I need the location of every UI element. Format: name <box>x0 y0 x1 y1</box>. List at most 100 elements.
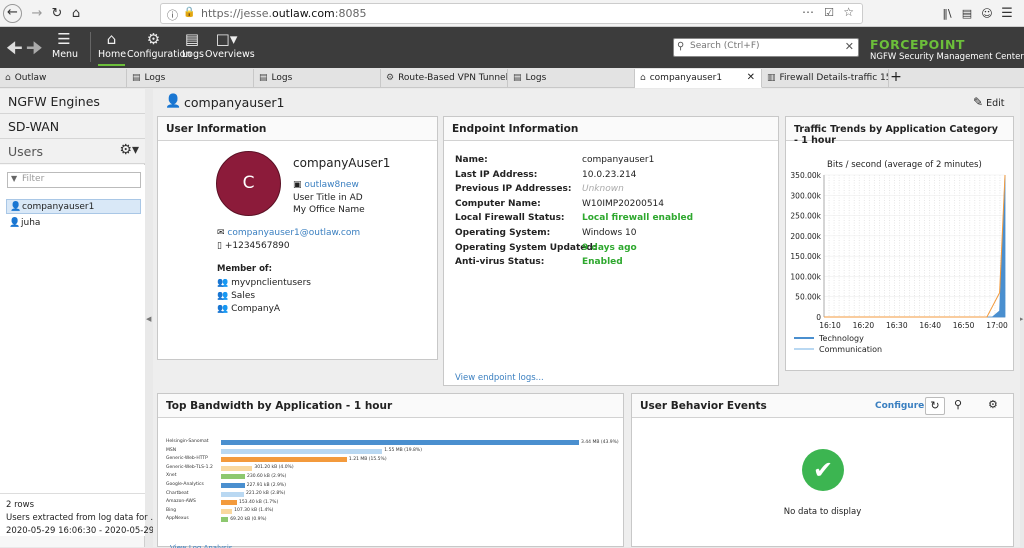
info-icon[interactable]: ⓘ <box>167 7 178 23</box>
bar[interactable] <box>221 517 229 523</box>
sidebar-icon[interactable]: ▤ <box>958 5 976 23</box>
clear-search-icon[interactable]: ✕ <box>845 40 854 53</box>
footer-range: 2020-05-29 16:06:30 - 2020-05-29 1... <box>6 526 171 536</box>
x-tick-label: 16:30 <box>886 321 908 330</box>
gear-dropdown-icon[interactable]: ⚙▾ <box>119 142 139 158</box>
group-item[interactable]: 👥 CompanyA <box>217 304 280 314</box>
bar-category-label: AppNexus <box>166 516 189 522</box>
search-input[interactable] <box>690 41 840 51</box>
left-navigation-panel: NGFW Engines SD-WAN Users ⚙▾ ▼ Filter 👤 co… <box>0 89 170 547</box>
refresh-button[interactable]: ↻ <box>925 397 945 415</box>
overviews-button[interactable]: □▾ Overviews <box>205 30 255 60</box>
forward-nav-icon[interactable]: 🠊 <box>26 36 43 66</box>
user-email[interactable]: ✉ companyauser1@outlaw.com <box>217 228 360 238</box>
top-bandwidth-panel: Top Bandwidth by Application - 1 hour He… <box>157 393 624 548</box>
menu-button[interactable]: ☰ Menu <box>52 30 78 60</box>
view-endpoint-logs-link[interactable]: View endpoint logs... <box>455 373 544 383</box>
account-icon[interactable]: ☺ <box>978 5 996 23</box>
user-item-companyauser1[interactable]: 👤 companyauser1 <box>6 199 141 214</box>
home-icon: ⌂ <box>5 73 11 83</box>
endpoint-value: 9 days ago <box>582 242 637 253</box>
bar-category-label: Generic-Web-TLS-1.2 <box>166 464 213 470</box>
edit-icon: ✎ <box>973 95 984 109</box>
bar[interactable] <box>221 465 253 471</box>
group-icon: 👥 <box>217 304 229 314</box>
tab-logs-3[interactable]: ▤ Logs <box>508 69 635 88</box>
tab-logs-1[interactable]: ▤ Logs <box>127 69 254 88</box>
bookmark-star-icon[interactable]: ☆ <box>843 5 854 19</box>
bar-value-label: 227.91 kB (2.9%) <box>246 482 286 488</box>
bar-category-label: Generic-Web-HTTP <box>166 456 208 462</box>
bar[interactable] <box>221 440 579 445</box>
url-text: https://jesse.outlaw.com:8085 <box>201 7 367 20</box>
search-box[interactable]: ⚲ ✕ <box>673 38 859 57</box>
list-divider <box>0 493 145 494</box>
bar[interactable] <box>221 474 245 480</box>
panel-header: User Information <box>158 117 437 141</box>
search-icon: ⚲ <box>677 41 685 52</box>
user-item-juha[interactable]: 👤 juha <box>6 216 141 231</box>
group-icon: 👥 <box>217 291 229 301</box>
forward-arrow-icon[interactable]: → <box>28 5 46 23</box>
home-icon[interactable]: ⌂ <box>67 5 85 23</box>
endpoint-label: Name: <box>455 155 488 165</box>
group-icon: 👥 <box>217 278 229 288</box>
filter-input[interactable]: ▼ Filter <box>7 172 141 188</box>
tab-vpn-tunnels[interactable]: ⚙ Route-Based VPN Tunnels <box>381 69 508 88</box>
user-behavior-events-panel: User Behavior Events Configure... ↻ ⚲ ⚙ … <box>631 393 1014 547</box>
panel-header: Endpoint Information <box>444 117 778 141</box>
group-item[interactable]: 👥 myvpnclientusers <box>217 278 311 288</box>
x-tick-label: 16:50 <box>953 321 975 330</box>
logs-button[interactable]: ▤ Logs <box>182 30 204 60</box>
bar-category-label: MSN <box>166 447 177 453</box>
y-tick-label: 250.00k <box>790 212 821 221</box>
back-nav-icon[interactable]: 🠈 <box>6 36 23 66</box>
view-log-analysis-link[interactable]: View Log Analysis... <box>170 544 239 548</box>
search-icon[interactable]: ⚲ <box>954 398 962 411</box>
nav-ngfw-engines[interactable]: NGFW Engines <box>0 89 145 114</box>
user-title: User Title in AD <box>293 193 363 203</box>
nav-sd-wan[interactable]: SD-WAN <box>0 114 145 139</box>
user-login[interactable]: ▣ outlaw8new <box>293 180 359 190</box>
home-button[interactable]: ⌂ Home <box>98 30 126 66</box>
pocket-icon[interactable]: ☑ <box>824 6 834 19</box>
configuration-button[interactable]: ⚙ Configuration <box>127 30 191 60</box>
bar[interactable] <box>221 491 245 497</box>
page-title: companyauser1 <box>184 95 285 110</box>
member-of-label: Member of: <box>217 264 273 274</box>
bar[interactable] <box>221 500 237 506</box>
tab-companyauser1[interactable]: ⌂ companyauser1 ✕ <box>635 69 762 88</box>
edit-button[interactable]: ✎ Edit <box>973 95 1005 109</box>
id-card-icon: ▣ <box>293 180 302 190</box>
hamburger-menu-icon[interactable]: ☰ <box>998 5 1016 23</box>
y-tick-label: 50.00k <box>795 293 821 302</box>
footer-note: Users extracted from log data for ... <box>6 513 159 523</box>
group-item[interactable]: 👥 Sales <box>217 291 255 301</box>
logs-icon: ▤ <box>259 73 268 83</box>
settings-icon[interactable]: ⚙ <box>988 398 998 411</box>
nav-users[interactable]: Users ⚙▾ <box>0 139 145 164</box>
close-tab-icon[interactable]: ✕ <box>747 69 755 87</box>
toolbar-divider <box>90 32 91 62</box>
tab-firewall-details[interactable]: ▥Firewall Details-traffic 15m... <box>762 69 889 88</box>
traffic-trends-panel: Traffic Trends by Application Category -… <box>785 116 1014 371</box>
y-tick-label: 350.00k <box>790 171 821 180</box>
back-arrow-icon[interactable]: ← <box>3 4 22 23</box>
bar[interactable] <box>221 457 347 463</box>
panel-header: Traffic Trends by Application Category -… <box>786 117 1013 146</box>
bar[interactable] <box>221 508 233 514</box>
bar[interactable] <box>221 448 383 454</box>
collapse-left-icon[interactable]: ◀ <box>146 315 151 323</box>
browser-toolbar: ← → ↻ ⌂ ⓘ 🔒 https://jesse.outlaw.com:808… <box>0 0 1024 27</box>
endpoint-value: W10IMP20200514 <box>582 198 665 209</box>
tab-logs-2[interactable]: ▤ Logs <box>254 69 381 88</box>
bar-value-label: 153.40 kB (1.7%) <box>238 499 279 505</box>
more-actions-icon[interactable]: ⋯ <box>802 5 814 19</box>
reload-icon[interactable]: ↻ <box>48 5 66 23</box>
y-tick-label: 200.00k <box>790 232 821 241</box>
tab-outlaw[interactable]: ⌂ Outlaw <box>0 69 127 88</box>
address-bar[interactable]: ⓘ 🔒 https://jesse.outlaw.com:8085 ⋯ ☑ ☆ <box>160 3 863 24</box>
new-tab-icon[interactable]: + <box>889 68 903 87</box>
library-icon[interactable]: ‖\ <box>938 5 956 23</box>
bar[interactable] <box>221 483 245 488</box>
